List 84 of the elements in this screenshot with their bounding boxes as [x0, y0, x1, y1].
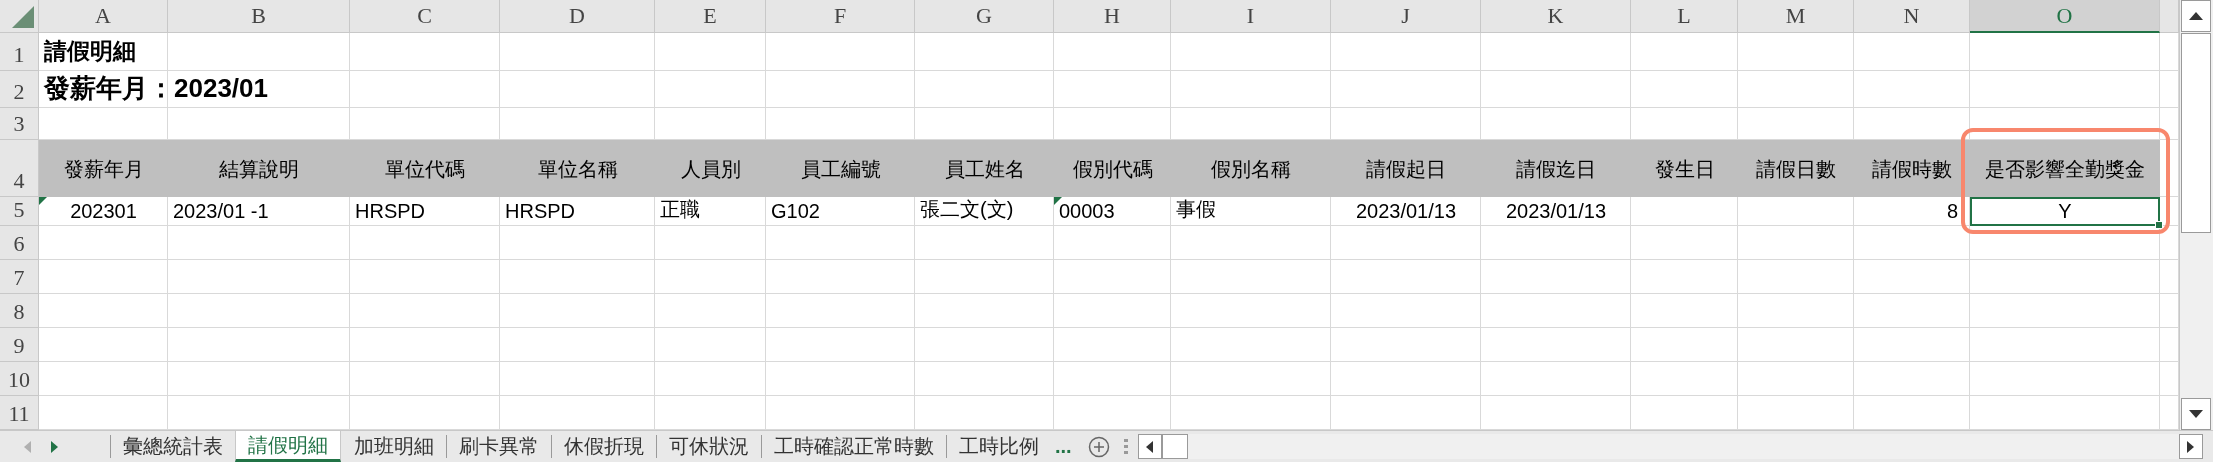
pay-period-label: 發薪年月：2023/01 [43, 72, 269, 105]
table-cell[interactable]: 2023/01/13 [1331, 197, 1481, 226]
row-header[interactable]: 5 [0, 197, 39, 226]
corner-cell[interactable] [0, 0, 39, 33]
splitter-grip-icon[interactable] [1123, 438, 1128, 455]
table-cell[interactable]: 張二文(文) [915, 197, 1054, 226]
table-header: 發薪年月 [39, 140, 168, 197]
table-cell[interactable]: 正職 [655, 197, 766, 226]
scroll-up-button[interactable] [2181, 0, 2211, 32]
table-cell[interactable]: HRSPD [500, 197, 655, 226]
table-cell[interactable]: 2023/01 -1 [168, 197, 350, 226]
sheet-tab[interactable]: 刷卡異常 [446, 435, 551, 458]
down-caret-icon [2189, 410, 2203, 418]
table-header: 單位代碼 [350, 140, 500, 197]
table-header: 假別名稱 [1171, 140, 1331, 197]
error-indicator-icon[interactable] [39, 197, 47, 205]
row-header[interactable]: 10 [0, 362, 39, 396]
table-cell[interactable]: 00003 [1054, 197, 1171, 226]
table-header: 結算說明 [168, 140, 350, 197]
up-caret-icon [2189, 12, 2203, 20]
table-cell[interactable]: 8 [1854, 197, 1970, 226]
table-header: 請假迄日 [1481, 140, 1631, 197]
sheet-tab[interactable]: 休假折現 [551, 435, 656, 458]
column-header[interactable]: C [350, 0, 500, 33]
right-caret-icon [2187, 440, 2195, 453]
scroll-left-button[interactable] [1137, 434, 1162, 459]
sheet-tab[interactable]: 工時確認正常時數 [761, 435, 946, 458]
column-header[interactable]: B [168, 0, 350, 33]
column-header[interactable]: M [1738, 0, 1854, 33]
vertical-scrollbar[interactable] [2179, 0, 2213, 430]
column-header[interactable]: A [39, 0, 168, 33]
table-header: 請假日數 [1738, 140, 1854, 197]
scroll-down-button[interactable] [2181, 398, 2211, 430]
fill-handle[interactable] [2155, 221, 2163, 229]
sheet-tab[interactable]: 請假明細 [235, 431, 341, 462]
row-header[interactable]: 3 [0, 108, 39, 140]
more-sheets-button[interactable]: ... [1051, 431, 1076, 462]
table-cell[interactable]: 事假 [1171, 197, 1331, 226]
horizontal-scrollbar[interactable] [1137, 434, 2203, 459]
scroll-tabs-right-icon[interactable] [51, 440, 58, 453]
column-header[interactable]: L [1631, 0, 1738, 33]
row-header[interactable]: 8 [0, 294, 39, 328]
table-header: 假別代碼 [1054, 140, 1171, 197]
table-cell[interactable]: HRSPD [350, 197, 500, 226]
column-header[interactable]: I [1171, 0, 1331, 33]
scrollbar-thumb[interactable] [1161, 434, 1188, 459]
scrollbar-thumb[interactable] [2181, 33, 2211, 233]
sheet-tab[interactable]: 可休狀況 [656, 435, 761, 458]
table-cell[interactable]: G102 [766, 197, 915, 226]
row-header[interactable]: 11 [0, 396, 39, 430]
row-header[interactable]: 6 [0, 226, 39, 260]
row-header[interactable]: 1 [0, 33, 39, 71]
table-header: 是否影響全勤獎金 [1970, 140, 2160, 197]
row-header[interactable]: 4 [0, 140, 39, 197]
scroll-right-button[interactable] [2178, 434, 2203, 459]
column-header[interactable]: F [766, 0, 915, 33]
row-header[interactable]: 2 [0, 71, 39, 108]
sheet-title: 請假明細 [43, 37, 137, 66]
table-header: 單位名稱 [500, 140, 655, 197]
table-cell[interactable]: Y [1970, 197, 2160, 226]
table-header: 員工姓名 [915, 140, 1054, 197]
table-header: 請假起日 [1331, 140, 1481, 197]
table-header: 員工編號 [766, 140, 915, 197]
column-header[interactable]: E [655, 0, 766, 33]
column-header[interactable]: N [1854, 0, 1970, 33]
table-header: 發生日 [1631, 140, 1738, 197]
table-header: 請假時數 [1854, 140, 1970, 197]
column-header[interactable]: D [500, 0, 655, 33]
select-all-icon[interactable] [12, 6, 34, 28]
column-header[interactable]: G [915, 0, 1054, 33]
sheet-tab[interactable]: 加班明細 [341, 435, 446, 458]
column-header[interactable]: K [1481, 0, 1631, 33]
table-header: 人員別 [655, 140, 766, 197]
error-indicator-icon[interactable] [1054, 197, 1062, 205]
column-header[interactable]: H [1054, 0, 1171, 33]
row-header[interactable]: 7 [0, 260, 39, 294]
column-header[interactable]: J [1331, 0, 1481, 33]
row-header[interactable]: 9 [0, 328, 39, 362]
left-caret-icon [1146, 440, 1154, 453]
add-sheet-icon[interactable] [1087, 435, 1110, 458]
column-header[interactable]: O [1970, 0, 2160, 33]
table-cell[interactable]: 202301 [39, 197, 168, 226]
table-cell[interactable]: 2023/01/13 [1481, 197, 1631, 226]
sheet-tab[interactable]: 工時比例 [946, 435, 1051, 458]
